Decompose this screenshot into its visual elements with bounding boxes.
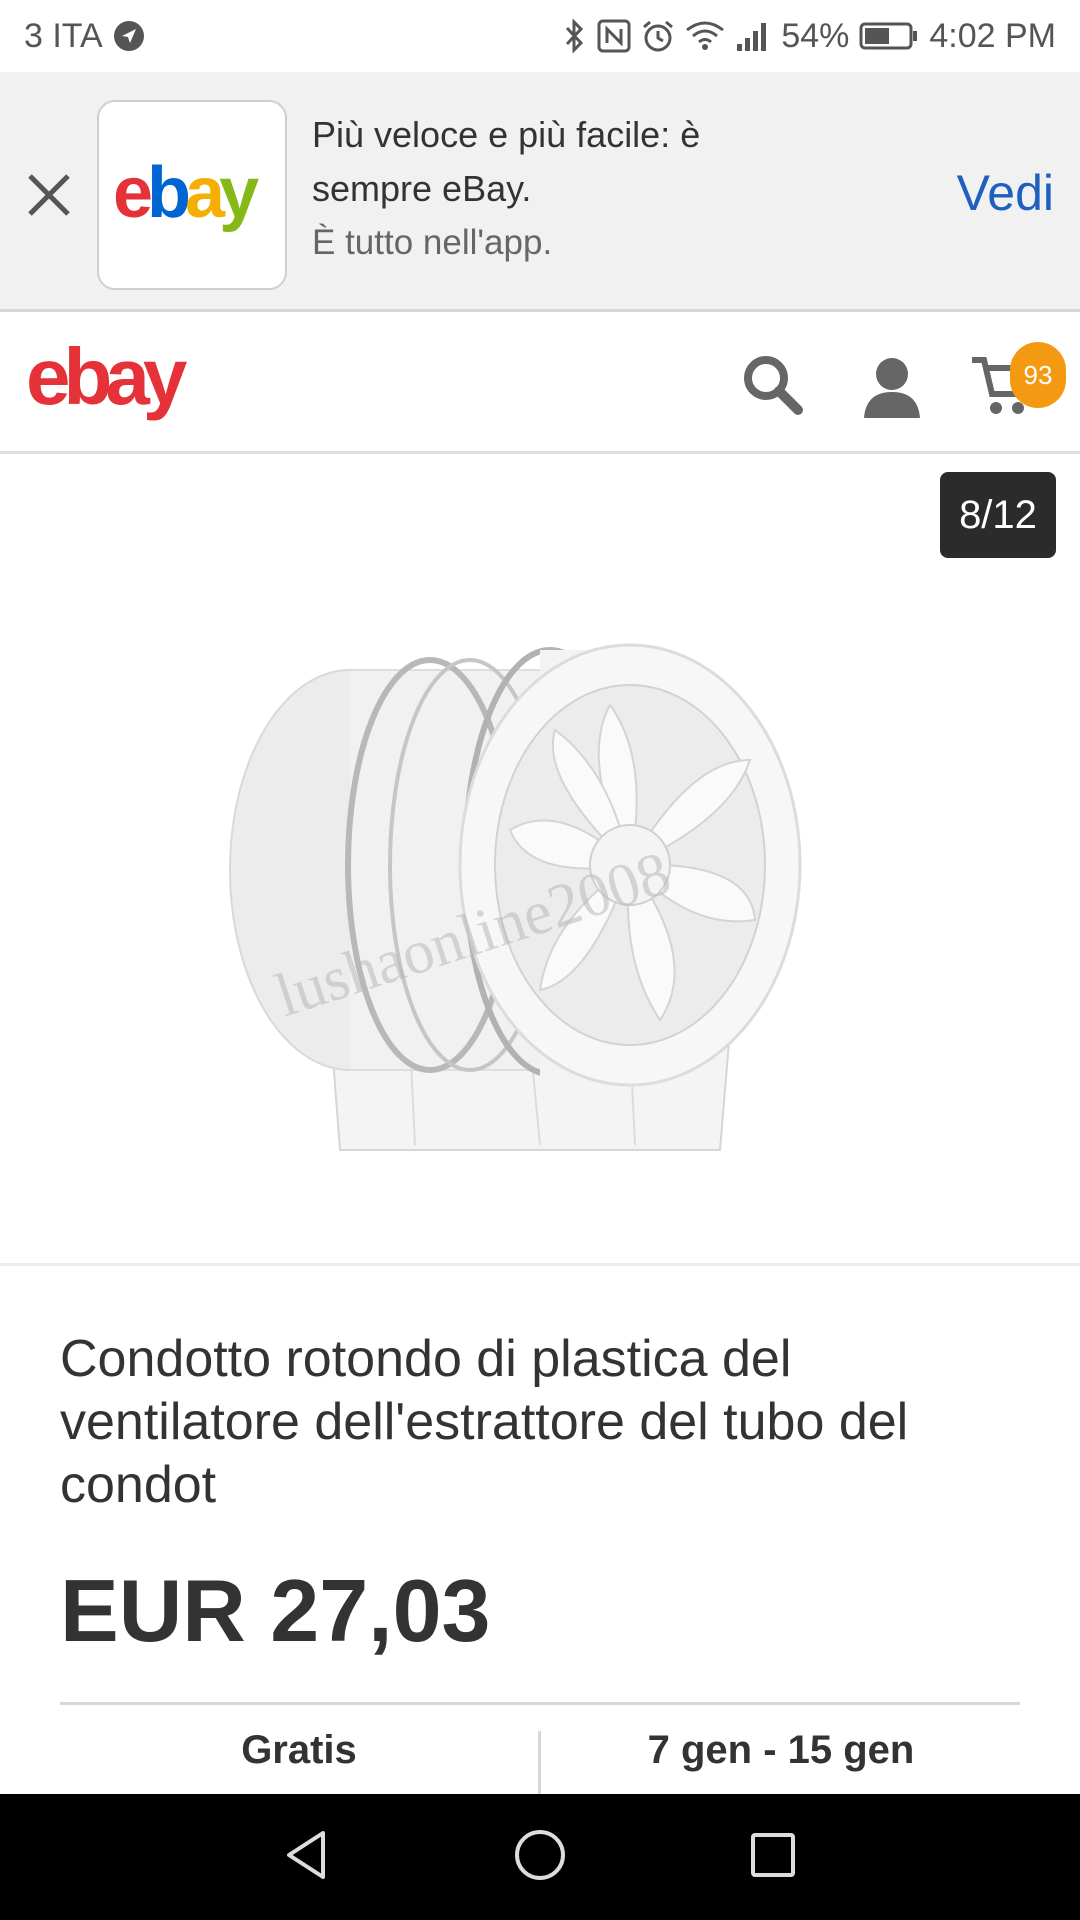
home-nav-icon[interactable] [512,1827,568,1888]
status-right: 54% 4:02 PM [563,17,1056,56]
image-counter: 8/12 [940,472,1056,558]
svg-text:ebay: ebay [26,342,188,421]
product-image[interactable]: lushaonline2008 [210,610,890,1175]
shipping-cost: Gratis [241,1727,357,1772]
ebay-logo[interactable]: ebay [26,332,226,437]
user-icon[interactable] [860,354,924,423]
status-left: 3 ITA [24,17,145,56]
back-nav-icon[interactable] [279,1827,335,1888]
view-app-button[interactable]: Vedi [957,164,1054,222]
recents-nav-icon[interactable] [745,1827,801,1888]
alarm-icon [641,19,675,53]
close-icon[interactable] [22,168,76,222]
banner-subtitle: È tutto nell'app. [312,223,553,262]
banner-message: Più veloce e più facile: è sempre eBay. … [312,108,700,270]
nfc-icon [597,19,631,53]
clock: 4:02 PM [929,16,1056,55]
delivery-estimate: 7 gen - 15 gen [647,1727,915,1772]
search-icon[interactable] [740,352,804,421]
ebay-app-logo: ebay [97,100,287,290]
product-title: Condotto rotondo di plastica del ventila… [60,1330,909,1514]
app-install-banner: ebay Più veloce e più facile: è sempre e… [0,72,1080,312]
product-price: EUR 27,03 [60,1561,491,1660]
location-arrow-icon [113,20,145,52]
cart-count-badge[interactable]: 93 [1010,342,1066,408]
status-bar: 3 ITA 54% 4:02 PM [0,0,1080,72]
shipping-separator [538,1731,541,1795]
battery-percent: 54% [781,16,850,55]
wifi-icon [685,20,725,52]
bluetooth-icon [563,19,587,53]
signal-icon [735,20,771,52]
banner-line-2: sempre eBay. [312,168,532,209]
banner-line-1: Più veloce e più facile: è [312,114,701,155]
svg-text:ebay: ebay [113,155,259,233]
android-nav-bar [0,1794,1080,1920]
site-header: ebay [0,312,1080,454]
battery-icon [859,21,919,51]
shipping-info: Gratis 7 gen - 15 gen [60,1705,1020,1795]
carrier-label: 3 ITA [24,16,103,55]
